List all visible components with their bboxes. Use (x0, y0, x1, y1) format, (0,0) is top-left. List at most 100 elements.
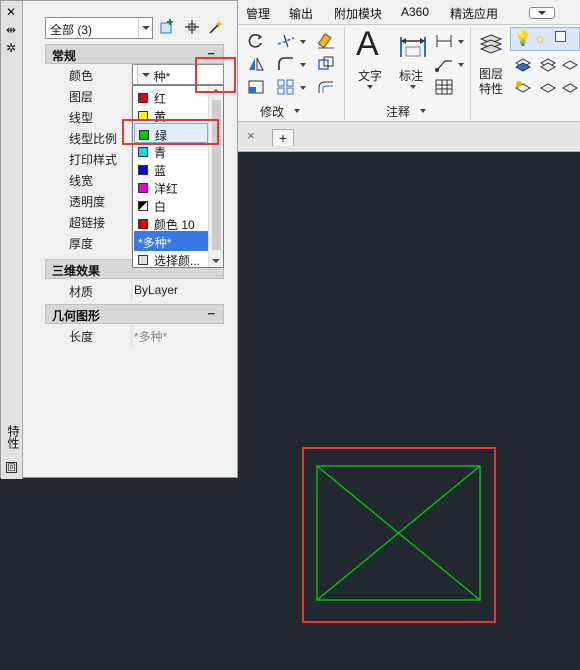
select-color-option[interactable]: 选择颜... (134, 249, 208, 269)
prop-row-length[interactable]: 长度 *多种* (63, 325, 224, 346)
prop-name: 图层 (69, 90, 94, 104)
color-swatch (138, 201, 148, 211)
options-icon[interactable]: ✲ (6, 41, 16, 55)
section-geometry[interactable]: 几何图形 − (45, 304, 224, 324)
close-icon[interactable]: ✕ (6, 5, 16, 19)
color-option-selected[interactable]: *多种* (134, 231, 208, 251)
linear-dimension-icon[interactable] (434, 32, 454, 50)
prop-name: 线型比例 (69, 132, 118, 146)
chevron-down-icon (367, 85, 373, 89)
chevron-down-icon[interactable] (300, 63, 306, 67)
object-type-value: 全部 (3) (50, 23, 93, 37)
color-swatch (138, 165, 148, 175)
layer-off-icon[interactable] (513, 78, 533, 96)
scale-icon[interactable] (246, 78, 266, 96)
ribbon-minimize-button[interactable] (529, 7, 555, 19)
chevron-down-icon[interactable] (458, 63, 464, 67)
tab-output[interactable]: 输出 (289, 5, 313, 22)
text-button[interactable]: A 文字 (350, 25, 390, 97)
properties-palette: ✕ ⇹ ✲ 特性 回 全部 (3) 常规 − 颜色 图层 线型 线型比例 打印样… (0, 0, 238, 479)
sun-icon[interactable]: ☼ (534, 30, 547, 46)
layer-properties-button[interactable]: 图层 特性 (473, 27, 509, 97)
color-option[interactable]: 洋红 (134, 177, 208, 197)
prop-name: 透明度 (69, 195, 106, 209)
chevron-down-icon[interactable] (138, 18, 152, 38)
rotate-icon[interactable] (246, 32, 266, 50)
prop-value: ByLayer (134, 283, 179, 297)
chevron-down-icon[interactable] (300, 40, 306, 44)
section-title: 三维效果 (52, 264, 101, 278)
dimension-button-label: 标注 (399, 69, 424, 83)
palette-title: 特性 (6, 425, 20, 449)
tab-a360[interactable]: A360 (401, 5, 429, 19)
offset-icon[interactable] (316, 78, 336, 96)
prop-row-material[interactable]: 材质 ByLayer (63, 280, 224, 301)
ribbon-panels: 修改 A 文字 标注 注释 图层 特性 💡 ☼ (238, 25, 580, 122)
array-icon[interactable] (276, 78, 296, 96)
prop-name: 超链接 (69, 216, 106, 230)
panel-divider (470, 27, 471, 120)
new-tab-button[interactable]: + (272, 129, 294, 146)
trim-icon[interactable] (276, 32, 296, 50)
annotation-highlight-box (302, 447, 496, 623)
scroll-down-icon[interactable] (212, 259, 220, 263)
section-title: 常规 (52, 49, 77, 63)
drawing-canvas[interactable] (238, 153, 580, 670)
object-type-select[interactable]: 全部 (3) (45, 17, 153, 39)
chevron-down-icon[interactable] (458, 40, 464, 44)
color-dropdown-list: 红 黄 绿 青 蓝 洋红 白 颜色 10 *多种* 选择颜... (132, 85, 224, 268)
table-icon[interactable] (434, 78, 454, 96)
color-option[interactable]: 蓝 (134, 159, 208, 179)
color-option-label: 选择颜... (154, 254, 201, 268)
close-icon[interactable]: × (247, 128, 255, 143)
layer-stack-icon (479, 34, 503, 54)
layer-lock-icon[interactable] (560, 78, 580, 96)
color-option[interactable]: 颜色 10 (134, 213, 208, 233)
toggle-pickadd-icon[interactable] (159, 18, 177, 36)
fillet-icon[interactable] (276, 55, 296, 73)
dropdown-scrollbar[interactable] (208, 86, 223, 267)
chevron-down-icon[interactable] (300, 86, 306, 90)
layer-make-current-icon[interactable] (513, 55, 533, 73)
tab-addins[interactable]: 附加模块 (334, 5, 382, 22)
column-divider (131, 325, 132, 346)
tab-featured-apps[interactable]: 精选应用 (450, 5, 498, 22)
panel-title-annotation: 注释 (386, 105, 411, 119)
leader-icon[interactable] (434, 55, 454, 73)
color-wheel-icon (138, 255, 148, 265)
annotation-highlight-box (195, 57, 236, 93)
dimension-icon (400, 37, 426, 57)
color-swatch (138, 93, 148, 103)
collapse-icon[interactable]: − (207, 306, 215, 321)
palette-bottom-icon[interactable]: 回 (6, 462, 17, 473)
text-icon: A (356, 25, 379, 63)
chevron-down-icon[interactable] (294, 109, 300, 113)
select-objects-icon[interactable] (183, 18, 201, 36)
layer-isolate-icon[interactable] (560, 55, 580, 73)
annotation-highlight-box (122, 119, 219, 145)
prop-name: 线型 (69, 111, 94, 125)
palette-title-strip: ✕ ⇹ ✲ 特性 回 (1, 1, 23, 479)
text-button-label: 文字 (358, 69, 383, 83)
chevron-down-icon[interactable] (137, 65, 153, 84)
quick-select-icon[interactable] (207, 18, 225, 36)
color-option[interactable]: 白 (134, 195, 208, 215)
tab-manage[interactable]: 管理 (246, 5, 270, 22)
mirror-icon[interactable] (246, 55, 266, 73)
bulb-icon[interactable]: 💡 (514, 30, 531, 47)
prop-name: 颜色 (69, 69, 94, 83)
auto-hide-icon[interactable]: ⇹ (6, 23, 16, 37)
prop-name: 厚度 (69, 237, 94, 251)
layer-match-icon[interactable] (538, 55, 558, 73)
erase-icon[interactable] (316, 32, 336, 50)
column-divider (131, 280, 132, 301)
section-title: 几何图形 (52, 309, 101, 323)
lock-icon[interactable] (555, 31, 566, 42)
chevron-down-icon (410, 85, 416, 89)
explode-icon[interactable] (316, 55, 336, 73)
dimension-button[interactable]: 标注 (394, 27, 434, 97)
prop-name: 打印样式 (69, 153, 118, 167)
chevron-down-icon[interactable] (420, 109, 426, 113)
layer-freeze-icon[interactable] (538, 78, 558, 96)
document-tab-strip: × + (238, 122, 580, 152)
